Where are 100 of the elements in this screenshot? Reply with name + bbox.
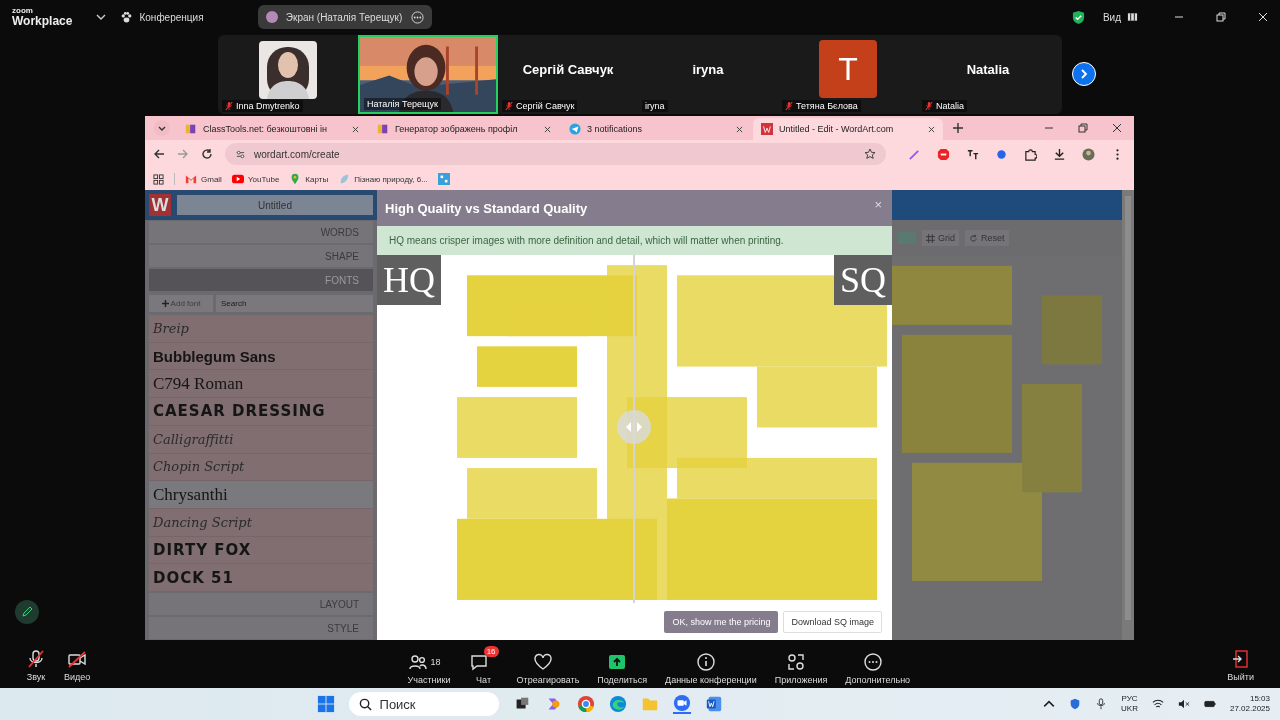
address-bar[interactable]: wordart.com/create — [225, 143, 886, 165]
bookmark-link[interactable]: Пізнаю природу, 6... — [338, 173, 428, 185]
settings-icon[interactable] — [235, 148, 246, 160]
mic-icon[interactable] — [1095, 698, 1108, 710]
search-field[interactable]: Поиск — [348, 692, 499, 716]
muted-mic-icon — [785, 100, 793, 111]
new-tab-icon[interactable] — [953, 123, 963, 133]
participant-tile[interactable]: iryna iryna — [638, 34, 778, 114]
participant-initial: T — [819, 40, 877, 98]
adblock-icon[interactable] — [937, 147, 950, 161]
bookmark-link[interactable]: Карты — [289, 173, 329, 185]
toolbar-button[interactable]: Звук — [20, 648, 52, 682]
defender-icon[interactable] — [1069, 698, 1082, 710]
participant-tile[interactable]: Сергій Савчук Сергій Савчук — [498, 34, 638, 114]
heart-icon — [532, 651, 553, 672]
edge-icon[interactable] — [608, 695, 627, 713]
pen-icon[interactable] — [908, 147, 921, 161]
toolbar-button[interactable]: Дополнительно — [839, 645, 917, 685]
chevron-down-icon[interactable] — [96, 14, 107, 20]
meeting-menu[interactable]: Конференция — [116, 8, 208, 26]
toolbar-button[interactable]: Видео — [58, 648, 97, 682]
download-icon[interactable] — [1053, 147, 1066, 161]
clock[interactable]: 15:03 27.02.2025 — [1229, 693, 1270, 715]
browser-tab[interactable]: ClassTools.net: безкоштовні ін — [177, 118, 367, 140]
font-option[interactable]: DIRTY FOX — [149, 536, 373, 565]
restore-icon[interactable] — [1216, 12, 1226, 22]
bookmark-link[interactable]: YouTube — [231, 173, 280, 185]
apps-grid-icon[interactable] — [153, 173, 164, 185]
paper-plane-icon — [569, 123, 581, 135]
browser-tab[interactable]: Генератор зображень профіл — [369, 118, 559, 140]
tab-search-icon[interactable] — [153, 119, 171, 137]
puzzle-icon[interactable] — [1024, 147, 1037, 161]
participant-label: Natalia — [936, 100, 964, 111]
word-icon[interactable] — [704, 695, 723, 713]
translate-icon[interactable] — [966, 147, 979, 161]
screen-share-pill[interactable]: Экран (Наталія Терещук) — [257, 5, 432, 29]
participant-label: iryna — [645, 100, 665, 111]
more-icon[interactable] — [410, 10, 424, 24]
blocks-icon — [377, 123, 389, 135]
close-icon[interactable] — [544, 125, 551, 133]
participant-label: Наталія Терещук — [367, 98, 438, 109]
close-icon[interactable] — [352, 125, 359, 133]
document-title-field[interactable]: Untitled — [177, 195, 373, 215]
font-search-field[interactable]: Search — [216, 295, 373, 312]
dot-icon[interactable] — [995, 147, 1008, 161]
letter-w-icon — [761, 123, 773, 135]
close-icon[interactable] — [1112, 123, 1122, 133]
exit-icon — [1230, 648, 1251, 669]
font-option[interactable]: Chrysanthi — [149, 481, 373, 509]
start-icon[interactable] — [316, 695, 335, 713]
language-indicator[interactable]: РУС UKR — [1121, 693, 1138, 715]
restore-icon[interactable] — [1078, 123, 1088, 133]
zoom-icon[interactable] — [672, 694, 691, 714]
close-icon[interactable] — [928, 125, 935, 133]
next-page-button[interactable] — [1072, 62, 1096, 86]
view-menu[interactable]: Вид — [1098, 9, 1142, 25]
unread-badge: 16 — [483, 645, 499, 657]
speaker-muted-icon[interactable] — [1177, 698, 1190, 710]
participant-tile[interactable]: Наталія Терещук — [358, 34, 498, 114]
toolbar-button[interactable]: Отреагировать — [510, 645, 586, 685]
font-option[interactable]: Bubblegum Sans — [149, 342, 373, 371]
participant-tile[interactable]: Inna Dmytrenko — [218, 34, 358, 114]
toolbar-button[interactable]: Поделиться — [591, 645, 654, 685]
toolbar-button[interactable]: Данные конференции — [659, 645, 763, 685]
browser-tab[interactable]: 3 notifications — [561, 118, 751, 140]
toolbar-button[interactable]: 16 Чат — [462, 645, 505, 685]
toolbar-button[interactable]: Приложения — [768, 645, 834, 685]
toolbar-button[interactable]: 18 Участники — [401, 645, 457, 685]
search-icon — [358, 697, 372, 711]
pricing-button[interactable]: OK, show me the pricing — [664, 610, 779, 633]
paw-icon — [120, 10, 134, 24]
reload-icon[interactable] — [201, 148, 213, 160]
participant-name: iryna — [692, 61, 724, 77]
annotate-icon[interactable] — [15, 600, 39, 624]
font-option[interactable]: DOCK 51 — [149, 564, 373, 593]
blocks-icon — [185, 123, 197, 135]
shield-icon[interactable] — [1071, 9, 1085, 25]
chevron-up-icon[interactable] — [1043, 698, 1056, 710]
font-option[interactable]: C794 Roman — [149, 370, 373, 399]
chrome-icon[interactable] — [576, 695, 595, 713]
browser-tab[interactable]: Untitled - Edit - WordArt.com — [753, 118, 943, 140]
download-button[interactable]: Download SQ image — [783, 610, 882, 633]
participant-name: Natalia — [966, 61, 1010, 77]
wifi-icon[interactable] — [1151, 698, 1164, 710]
font-option[interactable]: CAESAR DRESSING — [149, 398, 373, 426]
leave-button[interactable]: Выйти — [1221, 648, 1260, 682]
battery-icon[interactable] — [1203, 698, 1216, 710]
star-icon[interactable] — [864, 148, 876, 160]
back-icon[interactable] — [153, 148, 165, 160]
bookmark-icon[interactable] — [437, 173, 450, 185]
plus-icon — [161, 300, 169, 307]
microphone-icon — [26, 648, 46, 669]
profile-icon[interactable] — [1082, 147, 1095, 161]
app-logo[interactable]: W — [149, 194, 171, 216]
participant-label: Тетяна Бєлова — [796, 100, 858, 111]
participant-tile[interactable]: T Тетяна Бєлова — [778, 34, 918, 114]
muted-mic-icon — [925, 100, 933, 111]
participant-tile[interactable]: Natalia Natalia — [918, 34, 1058, 114]
bookmark-link[interactable]: Gmail — [185, 173, 222, 185]
close-icon[interactable] — [736, 125, 743, 133]
